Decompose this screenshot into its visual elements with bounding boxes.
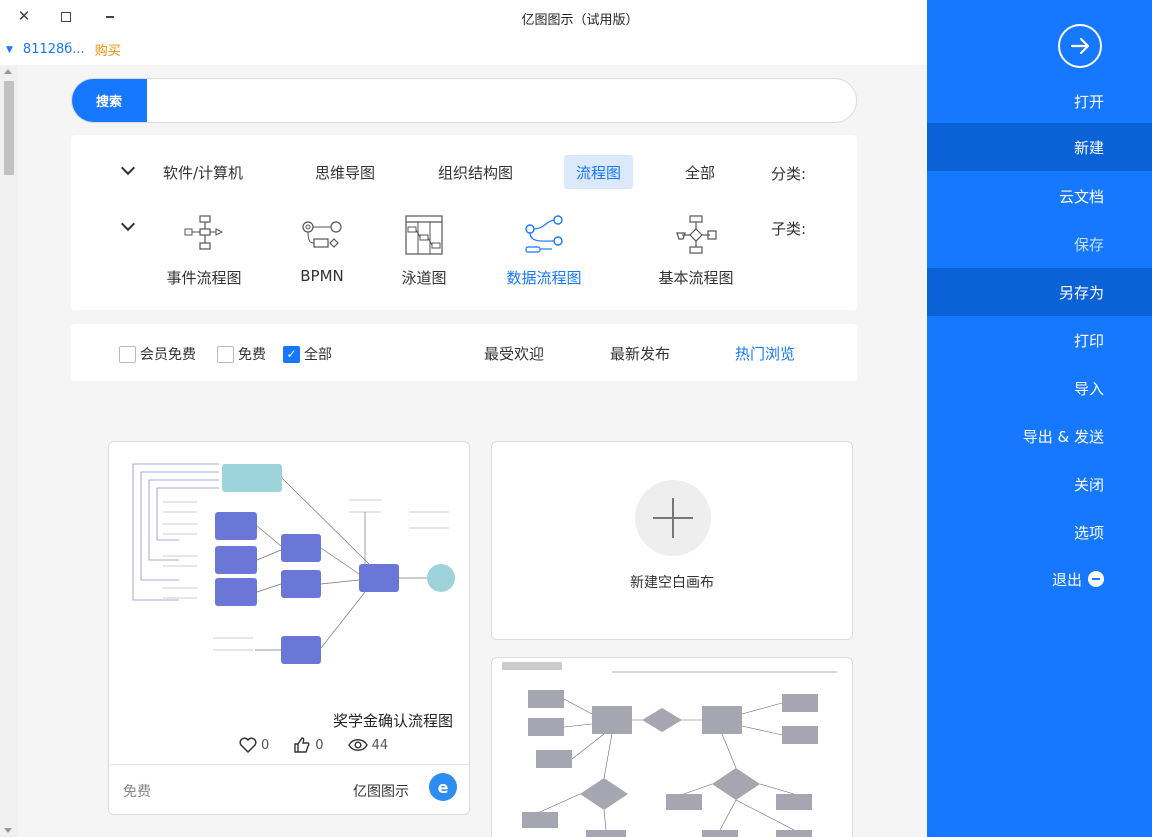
checkbox-icon[interactable]: [119, 345, 136, 363]
likes-count: 0: [315, 737, 324, 753]
template-card-partial[interactable]: [491, 657, 853, 837]
template-gallery: 搜索 分类: 全部 流程图 组织结构图 思维导图 软件/计算机 子类: 基本流程…: [18, 65, 927, 837]
menu-exit[interactable]: 退出: [927, 555, 1152, 603]
filter-check-free[interactable]: 免费: [217, 344, 266, 364]
back-arrow-icon[interactable]: [1058, 24, 1102, 68]
chevron-down-icon[interactable]: [120, 160, 136, 176]
menu-export-send[interactable]: 导出 & 发送: [927, 412, 1152, 460]
checkbox-icon[interactable]: [217, 345, 234, 363]
subcategory-data-flow[interactable]: 数据流程图: [489, 213, 599, 288]
event-flowchart-icon: [184, 215, 224, 250]
new-blank-canvas-label: 新建空白画布: [630, 575, 714, 591]
maximize-icon[interactable]: [54, 4, 78, 28]
thumbs-up-icon: [294, 737, 310, 753]
exit-icon: [1088, 571, 1104, 587]
views-count: 44: [371, 737, 389, 753]
category-org-chart[interactable]: 组织结构图: [426, 155, 525, 189]
subcategory-bpmn[interactable]: BPMN: [267, 213, 377, 285]
checkbox-label: 全部: [304, 347, 332, 363]
subcategory-label-text: BPMN: [300, 267, 344, 285]
search-button[interactable]: 搜索: [72, 79, 147, 122]
menu-print[interactable]: 打印: [927, 316, 1152, 364]
filter-check-member-free[interactable]: 会员免费: [119, 344, 196, 364]
category-software[interactable]: 软件/计算机: [151, 155, 255, 189]
subcategory-label-text: 基本流程图: [658, 269, 734, 287]
scroll-down-arrow-icon[interactable]: [4, 828, 12, 833]
menu-import[interactable]: 导入: [927, 364, 1152, 412]
checkbox-checked-icon[interactable]: ✓: [283, 345, 300, 363]
template-thumbnail: [132, 463, 455, 664]
category-mind-map[interactable]: 思维导图: [303, 155, 387, 189]
menu-new[interactable]: 新建: [927, 123, 1152, 171]
favorites-count: 0: [261, 737, 270, 753]
menu-save[interactable]: 保存: [927, 220, 1152, 268]
sort-bar: 热门浏览 最新发布 最受欢迎 ✓ 全部 免费 会员免费: [71, 324, 857, 381]
template-stats: 0 0 44: [239, 737, 388, 753]
search-bar: 搜索: [71, 78, 857, 123]
template-thumbnail: [502, 662, 837, 837]
divider: [109, 764, 469, 765]
subcategory-label: 子类:: [771, 220, 807, 238]
edraw-logo-icon: e: [429, 773, 457, 801]
scroll-thumb[interactable]: [4, 81, 14, 175]
subcategory-swimlane[interactable]: 泳道图: [369, 213, 479, 288]
filter-panel: 分类: 全部 流程图 组织结构图 思维导图 软件/计算机 子类: 基本流程图 数…: [71, 135, 857, 310]
vertical-scrollbar[interactable]: [0, 65, 18, 837]
views-stat: 44: [347, 737, 389, 753]
checkbox-label: 会员免费: [140, 347, 196, 363]
template-title: 奖学金确认流程图: [332, 712, 453, 730]
subcategory-event-flowchart[interactable]: 事件流程图: [149, 213, 259, 288]
data-flow-icon: [525, 215, 563, 253]
likes-stat[interactable]: 0: [293, 737, 324, 753]
eye-icon: [347, 739, 368, 751]
template-price: 免费: [123, 784, 151, 800]
menu-exit-label: 退出: [1051, 570, 1082, 589]
sort-tab-hot[interactable]: 热门浏览: [735, 343, 795, 364]
template-author[interactable]: 亿图图示: [353, 781, 409, 801]
swimlane-icon: [405, 215, 443, 255]
caret-down-icon[interactable]: ▼: [6, 45, 13, 55]
scroll-up-arrow-icon[interactable]: [4, 69, 12, 74]
subcategory-label-text: 事件流程图: [166, 269, 242, 287]
menu-open[interactable]: 打开: [927, 77, 1152, 125]
basic-flowchart-icon: [676, 215, 717, 254]
template-card[interactable]: 奖学金确认流程图 0 0 44 免费 亿图图示 e: [108, 441, 470, 815]
file-menu-sidebar: 打开 新建 云文档 保存 另存为 打印 导入 导出 & 发送 关闭 选项 退出: [927, 0, 1152, 837]
new-blank-canvas-card[interactable]: 新建空白画布: [491, 441, 853, 640]
subcategory-basic-flowchart[interactable]: 基本流程图: [641, 213, 751, 288]
menu-close[interactable]: 关闭: [927, 460, 1152, 508]
account-row: ▼ 81128б... 购买: [6, 40, 121, 59]
title-bar: ✕ 亿图图示（试用版） ▼ 81128б... 购买: [0, 0, 927, 65]
search-input[interactable]: [152, 79, 842, 122]
menu-options[interactable]: 选项: [927, 508, 1152, 556]
sort-tab-popular[interactable]: 最受欢迎: [484, 343, 544, 364]
sort-tab-newest[interactable]: 最新发布: [610, 343, 670, 364]
heart-icon: [239, 737, 257, 753]
chevron-down-icon[interactable]: [120, 216, 136, 232]
account-name[interactable]: 81128б...: [23, 42, 85, 57]
menu-cloud-docs[interactable]: 云文档: [927, 172, 1152, 220]
category-all[interactable]: 全部: [673, 155, 727, 189]
app-title: 亿图图示（试用版）: [521, 13, 639, 28]
category-flowchart[interactable]: 流程图: [564, 155, 634, 189]
filter-check-all[interactable]: ✓ 全部: [283, 344, 332, 364]
close-icon[interactable]: ✕: [12, 4, 36, 28]
favorites-stat[interactable]: 0: [239, 737, 269, 753]
subcategory-label-text: 数据流程图: [506, 269, 582, 287]
checkbox-label: 免费: [238, 347, 266, 363]
category-label: 分类:: [771, 165, 807, 183]
buy-link[interactable]: 购买: [95, 40, 121, 59]
plus-icon[interactable]: [635, 480, 711, 556]
minimize-icon[interactable]: [98, 4, 122, 28]
bpmn-icon: [302, 221, 342, 248]
subcategory-label-text: 泳道图: [401, 269, 447, 287]
menu-save-as[interactable]: 另存为: [927, 268, 1152, 316]
